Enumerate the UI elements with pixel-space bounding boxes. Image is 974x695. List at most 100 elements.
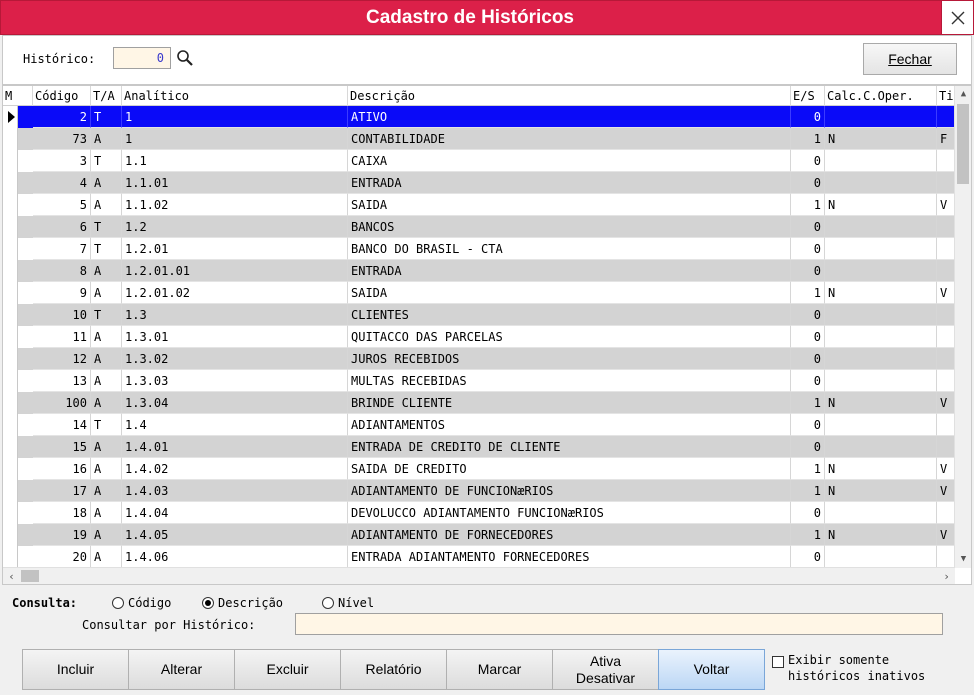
cell-calc [825, 106, 937, 128]
table-row[interactable]: 15 A 1.4.01 ENTRADA DE CREDITO DE CLIENTE 0 [3, 436, 955, 458]
table-row[interactable]: 4 A 1.1.01 ENTRADA 0 [3, 172, 955, 194]
inativos-label-line1: Exibir somente [788, 653, 890, 667]
cell-es: 0 [791, 172, 825, 194]
cell-calc [825, 348, 937, 370]
ativa-desativar-button[interactable]: Ativa Desativar [552, 649, 659, 690]
row-indicator[interactable] [3, 414, 18, 436]
row-indicator[interactable] [3, 326, 18, 348]
scroll-left-icon[interactable]: ‹ [3, 568, 20, 584]
cell-analitico: 1.1.01 [122, 172, 348, 194]
cell-codigo: 10 [33, 304, 91, 326]
cell-analitico: 1.4.03 [122, 480, 348, 502]
consultar-por-input[interactable] [295, 613, 943, 635]
cell-codigo: 8 [33, 260, 91, 282]
relatorio-button[interactable]: Relatório [340, 649, 447, 690]
cell-analitico: 1.4.02 [122, 458, 348, 480]
column-header[interactable]: Analítico [122, 86, 348, 106]
table-row[interactable]: 3 T 1.1 CAIXA 0 [3, 150, 955, 172]
row-indicator[interactable] [3, 392, 18, 414]
table-row[interactable]: 14 T 1.4 ADIANTAMENTOS 0 [3, 414, 955, 436]
cell-calc: N [825, 392, 937, 414]
table-row[interactable]: 100 A 1.3.04 BRINDE CLIENTE 1 N V [3, 392, 955, 414]
cell-codigo: 18 [33, 502, 91, 524]
cell-calc [825, 172, 937, 194]
marcar-button[interactable]: Marcar [446, 649, 553, 690]
cell-codigo: 2 [33, 106, 91, 128]
horizontal-scroll-thumb[interactable] [21, 570, 39, 582]
radio-codigo-dot[interactable] [112, 597, 124, 609]
column-header[interactable]: Código [33, 86, 91, 106]
row-indicator[interactable] [3, 502, 18, 524]
radio-nivel[interactable]: Nível [322, 596, 374, 610]
vertical-scrollbar[interactable]: ▲ ▼ [954, 86, 971, 568]
cell-codigo: 9 [33, 282, 91, 304]
column-header[interactable]: Ti [937, 86, 955, 106]
cell-ta: A [91, 436, 122, 458]
cell-ta: T [91, 216, 122, 238]
row-indicator[interactable] [3, 304, 18, 326]
table-row[interactable]: 2 T 1 ATIVO 0 [3, 106, 955, 128]
row-indicator[interactable] [3, 260, 18, 282]
search-icon[interactable] [176, 49, 194, 67]
cell-es: 0 [791, 304, 825, 326]
radio-descricao-dot[interactable] [202, 597, 214, 609]
row-indicator[interactable] [3, 546, 18, 568]
inativos-checkbox-box[interactable] [772, 656, 784, 668]
table-row[interactable]: 9 A 1.2.01.02 SAIDA 1 N V [3, 282, 955, 304]
row-indicator[interactable] [3, 348, 18, 370]
vertical-scroll-thumb[interactable] [957, 104, 969, 184]
cell-descricao: ADIANTAMENTOS [348, 414, 791, 436]
horizontal-scrollbar[interactable]: ‹ › [3, 567, 955, 584]
table-row[interactable]: 6 T 1.2 BANCOS 0 [3, 216, 955, 238]
row-indicator[interactable] [3, 150, 18, 172]
table-row[interactable]: 11 A 1.3.01 QUITACCO DAS PARCELAS 0 [3, 326, 955, 348]
row-indicator[interactable] [3, 370, 18, 392]
fechar-button[interactable]: Fechar [863, 43, 957, 75]
column-header[interactable]: E/S [791, 86, 825, 106]
voltar-button[interactable]: Voltar [658, 649, 765, 690]
row-indicator[interactable] [3, 480, 18, 502]
column-header[interactable]: T/A [91, 86, 122, 106]
cell-ti [937, 348, 955, 370]
alterar-button[interactable]: Alterar [128, 649, 235, 690]
table-row[interactable]: 5 A 1.1.02 SAIDA 1 N V [3, 194, 955, 216]
table-row[interactable]: 20 A 1.4.06 ENTRADA ADIANTAMENTO FORNECEDOR… [3, 546, 955, 568]
row-indicator[interactable] [3, 238, 18, 260]
row-indicator[interactable] [3, 106, 18, 128]
inativos-checkbox[interactable]: Exibir somente históricos inativos [772, 652, 925, 684]
row-indicator[interactable] [3, 282, 18, 304]
table-row[interactable]: 18 A 1.4.04 DEVOLUCCO ADIANTAMENTO FUNCIONæ… [3, 502, 955, 524]
row-indicator[interactable] [3, 128, 18, 150]
close-button[interactable] [941, 1, 973, 34]
column-header[interactable]: Descrição [348, 86, 791, 106]
table-row[interactable]: 73 A 1 CONTABILIDADE 1 N F [3, 128, 955, 150]
cell-ti: V [937, 458, 955, 480]
excluir-button[interactable]: Excluir [234, 649, 341, 690]
incluir-button[interactable]: Incluir [22, 649, 129, 690]
row-indicator[interactable] [3, 436, 18, 458]
table-row[interactable]: 10 T 1.3 CLIENTES 0 [3, 304, 955, 326]
row-indicator[interactable] [3, 194, 18, 216]
scroll-down-icon[interactable]: ▼ [955, 551, 971, 568]
row-indicator[interactable] [3, 524, 18, 546]
cell-descricao: SAIDA DE CREDITO [348, 458, 791, 480]
table-row[interactable]: 16 A 1.4.02 SAIDA DE CREDITO 1 N V [3, 458, 955, 480]
row-indicator[interactable] [3, 458, 18, 480]
column-header[interactable]: M [3, 86, 33, 106]
fechar-label: Fechar [888, 51, 932, 67]
radio-codigo[interactable]: Código [112, 596, 171, 610]
table-row[interactable]: 12 A 1.3.02 JUROS RECEBIDOS 0 [3, 348, 955, 370]
row-indicator[interactable] [3, 172, 18, 194]
table-row[interactable]: 19 A 1.4.05 ADIANTAMENTO DE FORNECEDORES 1 N V [3, 524, 955, 546]
table-row[interactable]: 17 A 1.4.03 ADIANTAMENTO DE FUNCIONæRIOS 1 N V [3, 480, 955, 502]
table-row[interactable]: 13 A 1.3.03 MULTAS RECEBIDAS 0 [3, 370, 955, 392]
historico-input[interactable]: 0 [113, 47, 171, 69]
radio-descricao[interactable]: Descrição [202, 596, 283, 610]
table-row[interactable]: 7 T 1.2.01 BANCO DO BRASIL - CTA 0 [3, 238, 955, 260]
column-header[interactable]: Calc.C.Oper. [825, 86, 937, 106]
scroll-right-icon[interactable]: › [938, 568, 955, 584]
radio-nivel-dot[interactable] [322, 597, 334, 609]
row-indicator[interactable] [3, 216, 18, 238]
scroll-up-icon[interactable]: ▲ [955, 86, 971, 103]
table-row[interactable]: 8 A 1.2.01.01 ENTRADA 0 [3, 260, 955, 282]
